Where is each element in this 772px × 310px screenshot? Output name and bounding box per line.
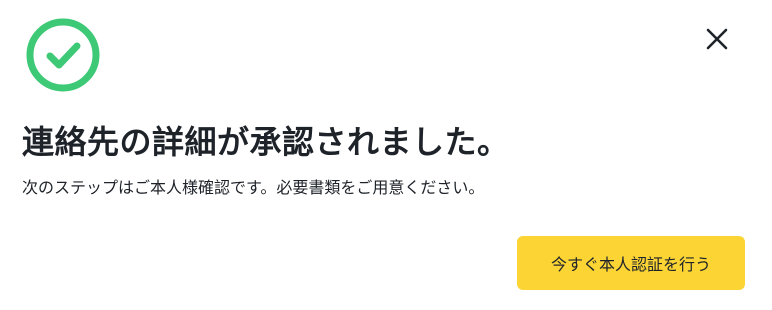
close-button[interactable] xyxy=(699,22,735,58)
verification-dialog: 連絡先の詳細が承認されました。 次のステップはご本人様確認です。必要書類をご用意… xyxy=(0,0,772,310)
verify-now-button[interactable]: 今すぐ本人認証を行う xyxy=(517,236,745,290)
close-icon xyxy=(706,28,728,53)
check-circle-icon xyxy=(26,18,100,92)
verify-now-button-label: 今すぐ本人認証を行う xyxy=(550,255,711,274)
dialog-description: 次のステップはご本人様確認です。必要書類をご用意ください。 xyxy=(22,178,485,197)
dialog-title: 連絡先の詳細が承認されました。 xyxy=(22,123,510,161)
